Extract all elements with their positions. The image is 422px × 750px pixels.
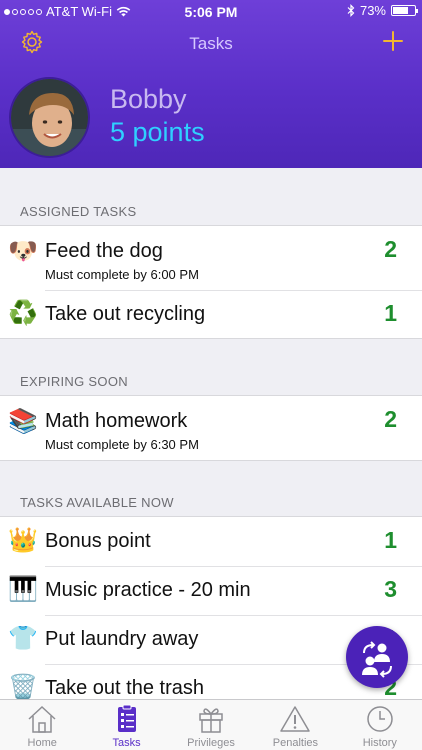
task-row-math-homework[interactable]: 📚 Math homework Must complete by 6:30 PM… bbox=[0, 396, 422, 460]
task-title: Take out the trash bbox=[45, 677, 204, 699]
home-icon bbox=[28, 705, 56, 733]
task-deadline: Must complete by 6:00 PM bbox=[45, 267, 199, 282]
task-points: 2 bbox=[384, 406, 397, 432]
battery-icon bbox=[391, 5, 418, 16]
expiring-tasks-list: 📚 Math homework Must complete by 6:30 PM… bbox=[0, 395, 422, 461]
task-points: 1 bbox=[384, 300, 397, 326]
section-header-available: TASKS AVAILABLE NOW bbox=[20, 495, 174, 510]
tab-label: History bbox=[362, 737, 397, 749]
task-title: Feed the dog bbox=[45, 240, 163, 262]
tab-penalties[interactable]: Penalties bbox=[253, 700, 337, 750]
trash-icon: 🗑️ bbox=[8, 674, 38, 701]
tab-label: Tasks bbox=[112, 737, 141, 749]
swap-tasks-button[interactable] bbox=[346, 626, 408, 688]
task-row-bonus-point[interactable]: 👑 Bonus point 1 bbox=[0, 517, 422, 566]
task-title: Put laundry away bbox=[45, 628, 199, 650]
user-name: Bobby bbox=[110, 84, 187, 114]
tab-history[interactable]: History bbox=[338, 700, 422, 750]
task-title: Math homework bbox=[45, 410, 188, 432]
books-icon: 📚 bbox=[8, 408, 38, 435]
clock-icon bbox=[367, 706, 393, 732]
tab-privileges[interactable]: Privileges bbox=[169, 700, 253, 750]
piano-icon: 🎹 bbox=[8, 576, 38, 603]
task-row-take-out-recycling[interactable]: ♻️ Take out recycling 1 bbox=[0, 290, 422, 338]
avatar[interactable] bbox=[9, 77, 90, 158]
tasks-icon bbox=[117, 704, 136, 732]
crown-icon: 👑 bbox=[8, 527, 38, 554]
task-title: Music practice - 20 min bbox=[45, 579, 251, 601]
profile-header: AT&T Wi-Fi 5:06 PM 73% Tasks Bobby 5 poi… bbox=[0, 0, 422, 168]
tab-bar: Home Tasks Privileges Penalties History bbox=[0, 699, 422, 750]
task-deadline: Must complete by 6:30 PM bbox=[45, 437, 199, 452]
tab-tasks[interactable]: Tasks bbox=[84, 700, 168, 750]
swap-users-icon bbox=[362, 641, 392, 678]
plus-icon[interactable] bbox=[382, 30, 404, 52]
status-bar: AT&T Wi-Fi 5:06 PM 73% bbox=[0, 0, 422, 22]
section-header-assigned: ASSIGNED TASKS bbox=[20, 204, 137, 219]
warning-icon bbox=[280, 706, 311, 732]
section-header-expiring: EXPIRING SOON bbox=[20, 374, 128, 389]
task-points: 2 bbox=[384, 236, 397, 262]
task-title: Take out recycling bbox=[45, 303, 206, 325]
assigned-tasks-list: 🐶 Feed the dog Must complete by 6:00 PM … bbox=[0, 225, 422, 339]
tab-label: Privileges bbox=[187, 737, 235, 749]
task-row-music-practice[interactable]: 🎹 Music practice - 20 min 3 bbox=[0, 566, 422, 615]
shirt-icon: 👕 bbox=[8, 625, 38, 652]
task-row-feed-the-dog[interactable]: 🐶 Feed the dog Must complete by 6:00 PM … bbox=[0, 226, 422, 290]
tab-label: Penalties bbox=[272, 737, 319, 749]
task-points: 3 bbox=[384, 576, 397, 602]
tab-label: Home bbox=[27, 737, 57, 749]
user-points: 5 points bbox=[110, 117, 205, 147]
task-title: Bonus point bbox=[45, 530, 151, 552]
recycle-icon: ♻️ bbox=[8, 300, 38, 327]
page-title: Tasks bbox=[189, 34, 233, 53]
tab-home[interactable]: Home bbox=[0, 700, 84, 750]
gift-icon bbox=[199, 708, 223, 733]
avatar-image bbox=[11, 79, 88, 156]
dog-icon: 🐶 bbox=[8, 238, 38, 265]
bluetooth-icon bbox=[347, 4, 355, 17]
battery-percent: 73% bbox=[359, 3, 386, 18]
task-points: 1 bbox=[384, 527, 397, 553]
